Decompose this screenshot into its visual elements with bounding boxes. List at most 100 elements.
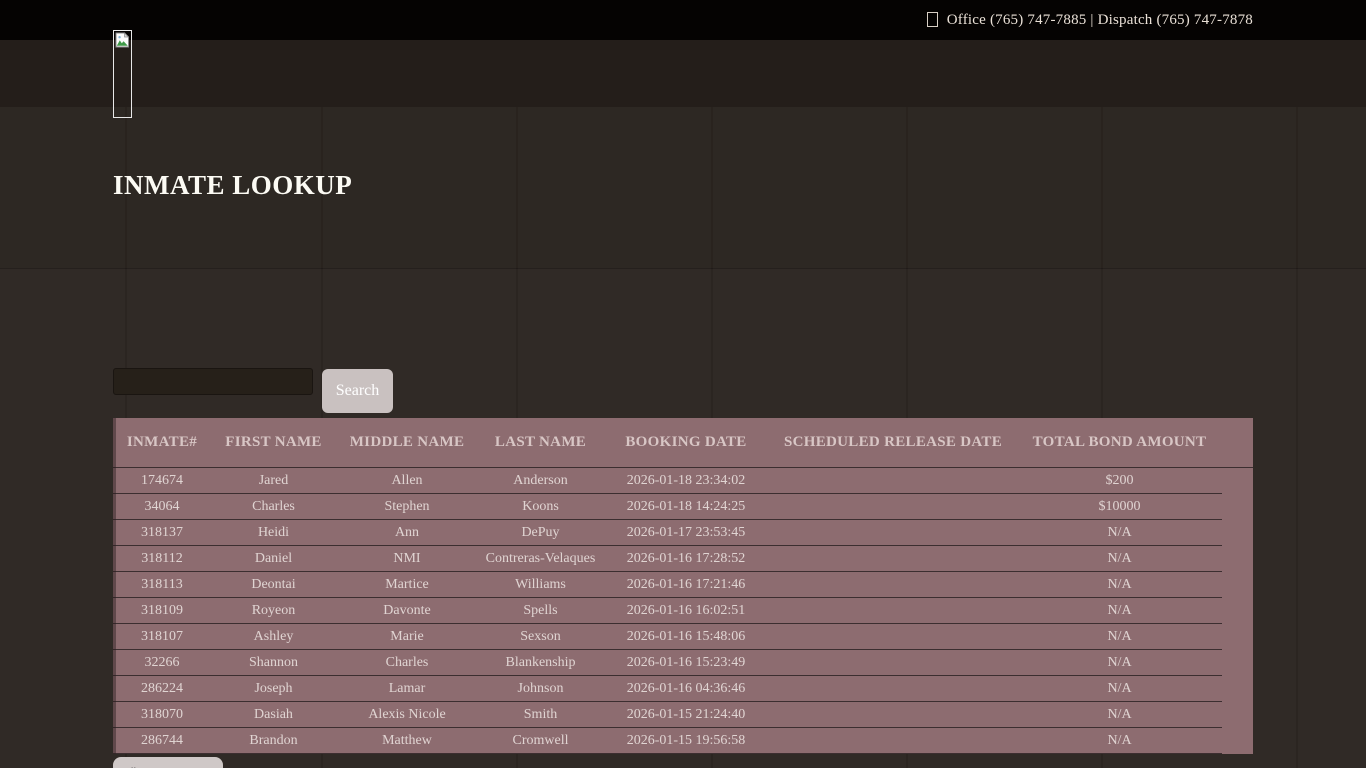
table-cell: NMI: [336, 551, 478, 567]
search-input[interactable]: [113, 368, 313, 395]
table-row: 318070DasiahAlexis NicoleSmith2026-01-15…: [113, 702, 1222, 728]
table-cell: Anderson: [478, 473, 603, 489]
table-cell: $200: [1017, 473, 1222, 489]
table-cell: 318070: [113, 707, 211, 723]
column-header: FIRST NAME: [211, 434, 336, 451]
pagination-prev-button[interactable]: «: [113, 757, 223, 768]
table-cell: Davonte: [336, 603, 478, 619]
column-header: SCHEDULED RELEASE DATE: [769, 434, 1017, 451]
table-cell: Contreras-Velaques: [478, 551, 603, 567]
table-cell: Deontai: [211, 577, 336, 593]
table-row: 318112DanielNMIContreras-Velaques2026-01…: [113, 546, 1222, 572]
table-cell: Shannon: [211, 655, 336, 671]
table-cell: 2026-01-15 21:24:40: [603, 707, 769, 723]
table-row: 286744BrandonMatthewCromwell2026-01-15 1…: [113, 728, 1222, 754]
site-logo[interactable]: [113, 30, 132, 118]
table-cell: 318107: [113, 629, 211, 645]
table-cell: N/A: [1017, 603, 1222, 619]
table-row: 318113DeontaiMarticeWilliams2026-01-16 1…: [113, 572, 1222, 598]
table-cell: 2026-01-16 04:36:46: [603, 681, 769, 697]
table-cell: Smith: [478, 707, 603, 723]
table-cell: N/A: [1017, 629, 1222, 645]
table-cell: Brandon: [211, 733, 336, 749]
table-cell: 34064: [113, 499, 211, 515]
table-cell: 286224: [113, 681, 211, 697]
table-cell: Joseph: [211, 681, 336, 697]
table-row: 318107AshleyMarieSexson2026-01-16 15:48:…: [113, 624, 1222, 650]
table-row: 318109RoyeonDavonteSpells2026-01-16 16:0…: [113, 598, 1222, 624]
table-cell: 2026-01-16 15:23:49: [603, 655, 769, 671]
table-cell: Heidi: [211, 525, 336, 541]
table-cell: N/A: [1017, 681, 1222, 697]
table-cell: Johnson: [478, 681, 603, 697]
table-cell: 286744: [113, 733, 211, 749]
table-cell: Sexson: [478, 629, 603, 645]
topbar: Office (765) 747-7885 | Dispatch (765) 7…: [0, 0, 1366, 40]
table-cell: Daniel: [211, 551, 336, 567]
table-cell: Stephen: [336, 499, 478, 515]
table-row: 34064CharlesStephenKoons2026-01-18 14:24…: [113, 494, 1222, 520]
table-cell: Koons: [478, 499, 603, 515]
table-cell: Dasiah: [211, 707, 336, 723]
table-cell: N/A: [1017, 525, 1222, 541]
column-header: INMATE#: [113, 434, 211, 451]
column-header: MIDDLE NAME: [336, 434, 478, 451]
table-cell: Ashley: [211, 629, 336, 645]
table-cell: 318113: [113, 577, 211, 593]
table-cell: Marie: [336, 629, 478, 645]
inmate-table: INMATE#FIRST NAMEMIDDLE NAMELAST NAMEBOO…: [113, 418, 1253, 754]
table-cell: 2026-01-18 14:24:25: [603, 499, 769, 515]
page: Office (765) 747-7885 | Dispatch (765) 7…: [0, 0, 1366, 768]
table-cell: N/A: [1017, 551, 1222, 567]
phone-icon: [927, 12, 938, 27]
table-cell: 174674: [113, 473, 211, 489]
table-cell: 32266: [113, 655, 211, 671]
table-cell: 318109: [113, 603, 211, 619]
search-button[interactable]: Search: [322, 369, 393, 413]
table-row: 318137HeidiAnnDePuy2026-01-17 23:53:45 N/…: [113, 520, 1222, 546]
table-cell: 318137: [113, 525, 211, 541]
column-header: LAST NAME: [478, 434, 603, 451]
table-cell: Ann: [336, 525, 478, 541]
table-left-border: [113, 418, 116, 754]
contact-text: Office (765) 747-7885 | Dispatch (765) 7…: [947, 12, 1253, 29]
inmate-table-body: 174674JaredAllenAnderson2026-01-18 23:34…: [113, 468, 1253, 754]
table-cell: Cromwell: [478, 733, 603, 749]
table-cell: 2026-01-15 19:56:58: [603, 733, 769, 749]
table-cell: Charles: [336, 655, 478, 671]
table-cell: Martice: [336, 577, 478, 593]
nav-band: [0, 40, 1366, 107]
table-cell: 318112: [113, 551, 211, 567]
table-cell: Jared: [211, 473, 336, 489]
table-cell: 2026-01-18 23:34:02: [603, 473, 769, 489]
column-header: TOTAL BOND AMOUNT: [1017, 434, 1222, 451]
table-cell: Spells: [478, 603, 603, 619]
table-cell: $10000: [1017, 499, 1222, 515]
contact-info: Office (765) 747-7885 | Dispatch (765) 7…: [927, 12, 1253, 29]
column-header: BOOKING DATE: [603, 434, 769, 451]
table-cell: 2026-01-16 16:02:51: [603, 603, 769, 619]
table-cell: 2026-01-16 15:48:06: [603, 629, 769, 645]
table-cell: Alexis Nicole: [336, 707, 478, 723]
table-cell: Williams: [478, 577, 603, 593]
page-title: INMATE LOOKUP: [113, 170, 352, 201]
table-cell: 2026-01-16 17:28:52: [603, 551, 769, 567]
table-cell: Matthew: [336, 733, 478, 749]
table-cell: 2026-01-16 17:21:46: [603, 577, 769, 593]
inmate-table-header-row: INMATE#FIRST NAMEMIDDLE NAMELAST NAMEBOO…: [113, 434, 1222, 451]
table-cell: DePuy: [478, 525, 603, 541]
table-row: 174674JaredAllenAnderson2026-01-18 23:34…: [113, 468, 1222, 494]
table-cell: N/A: [1017, 655, 1222, 671]
table-cell: 2026-01-17 23:53:45: [603, 525, 769, 541]
table-cell: N/A: [1017, 707, 1222, 723]
table-cell: N/A: [1017, 733, 1222, 749]
table-cell: Blankenship: [478, 655, 603, 671]
table-cell: Allen: [336, 473, 478, 489]
table-cell: Charles: [211, 499, 336, 515]
table-cell: Royeon: [211, 603, 336, 619]
table-row: 286224JosephLamarJohnson2026-01-16 04:36…: [113, 676, 1222, 702]
table-cell: N/A: [1017, 577, 1222, 593]
broken-image-icon: [115, 32, 130, 48]
table-header: INMATE#FIRST NAMEMIDDLE NAMELAST NAMEBOO…: [113, 418, 1253, 468]
table-row: 32266ShannonCharlesBlankenship2026-01-16…: [113, 650, 1222, 676]
